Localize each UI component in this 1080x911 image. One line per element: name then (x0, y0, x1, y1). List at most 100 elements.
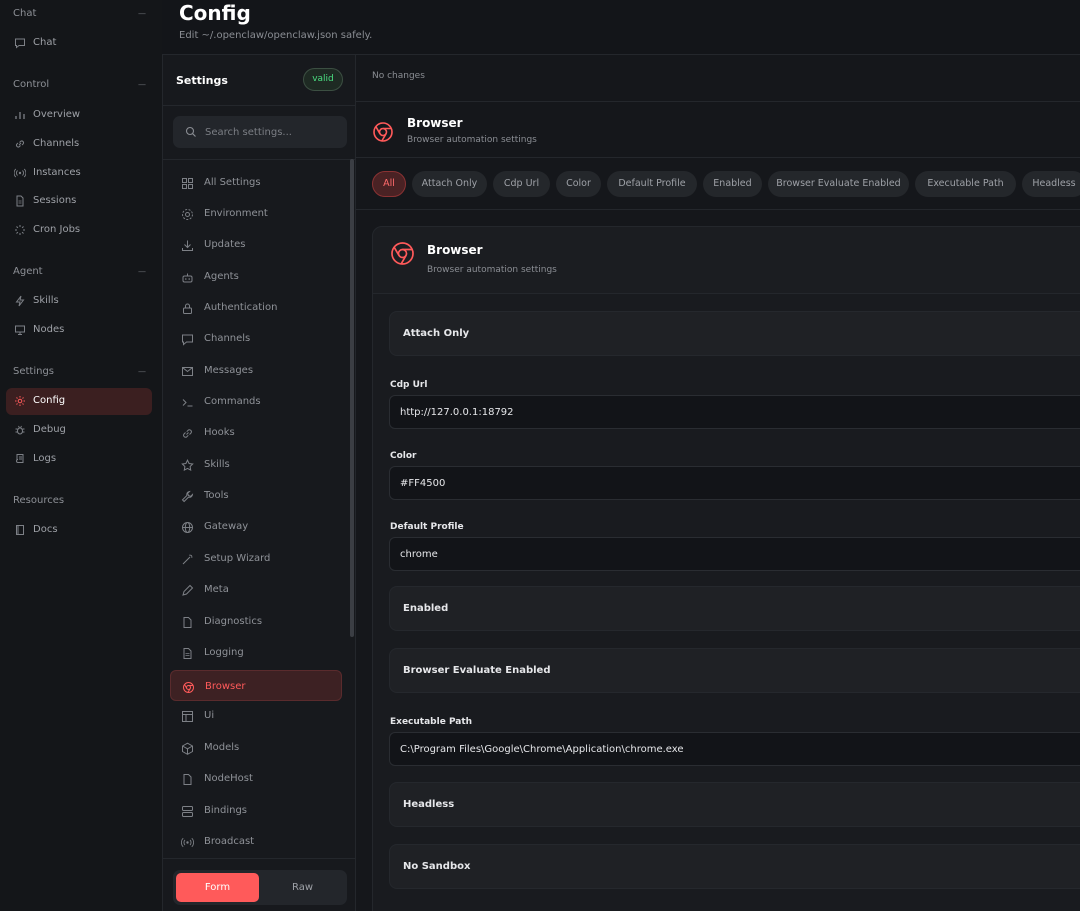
filter-chip-attach-only[interactable]: Attach Only (412, 171, 487, 197)
search-box[interactable] (173, 116, 347, 148)
filter-chip-executable-path[interactable]: Executable Path (915, 171, 1016, 197)
filter-chip-headless[interactable]: Headless (1022, 171, 1080, 197)
download-icon (182, 240, 193, 251)
nav-item-label: Docs (33, 524, 58, 535)
file-text-icon (183, 648, 192, 659)
chevron-down-icon[interactable]: — (138, 80, 146, 89)
document-icon (16, 195, 24, 207)
section-item-label: Bindings (204, 805, 247, 816)
filter-chip-enabled[interactable]: Enabled (703, 171, 762, 197)
section-item-diagnostics[interactable]: Diagnostics (170, 606, 342, 637)
card-title: Browser (427, 243, 483, 257)
robot-icon (182, 273, 193, 283)
section-item-browser[interactable]: Browser (170, 670, 342, 701)
section-item-agents[interactable]: Agents (170, 261, 342, 292)
terminal-icon (182, 399, 193, 407)
search-icon (185, 126, 196, 137)
headless-row[interactable]: Headless (389, 782, 1080, 827)
nav-item-skills[interactable]: Skills (6, 288, 152, 315)
section-item-commands[interactable]: Commands (170, 386, 342, 417)
section-item-nodehost[interactable]: NodeHost (170, 763, 342, 794)
filter-chip-color[interactable]: Color (556, 171, 601, 197)
filter-chip-default-profile[interactable]: Default Profile (607, 171, 697, 197)
nav-item-label: Chat (33, 37, 57, 48)
search-input[interactable] (205, 124, 340, 140)
scrollbar[interactable] (350, 159, 354, 637)
chrome-icon (391, 242, 414, 265)
section-item-gateway[interactable]: Gateway (170, 511, 342, 542)
nav-item-label: Skills (33, 295, 59, 306)
nav-item-channels[interactable]: Channels (6, 131, 152, 158)
nav-item-sessions[interactable]: Sessions (6, 188, 152, 215)
page-subtitle: Edit ~/.openclaw/openclaw.json safely. (179, 30, 373, 41)
nav-item-docs[interactable]: Docs (6, 517, 152, 544)
section-item-models[interactable]: Models (170, 732, 342, 763)
section-item-environment[interactable]: Environment (170, 198, 342, 229)
no-sandbox-label: No Sandbox (403, 861, 471, 872)
filter-chip-all[interactable]: All (372, 171, 406, 197)
section-item-updates[interactable]: Updates (170, 229, 342, 260)
color-input[interactable] (389, 466, 1080, 500)
divider (163, 858, 356, 859)
nav-item-label: Overview (33, 109, 81, 120)
nav-group-header-control[interactable]: Control (13, 79, 49, 90)
section-item-broadcast[interactable]: Broadcast (170, 826, 342, 857)
nav-item-instances[interactable]: Instances (6, 160, 152, 187)
filter-chip-browser-evaluate-enabled[interactable]: Browser Evaluate Enabled (768, 171, 909, 197)
section-item-ui[interactable]: Ui (170, 700, 342, 731)
no-sandbox-row[interactable]: No Sandbox (389, 844, 1080, 889)
cdp-url-input[interactable] (389, 395, 1080, 429)
executable-path-label: Executable Path (390, 717, 473, 727)
default-profile-input[interactable] (389, 537, 1080, 571)
divider (356, 101, 1080, 102)
nav-item-chat[interactable]: Chat (6, 30, 152, 57)
attach-only-row[interactable]: Attach Only (389, 311, 1080, 356)
browser-evaluate-enabled-row[interactable]: Browser Evaluate Enabled (389, 648, 1080, 693)
divider (356, 157, 1080, 158)
section-item-all-settings[interactable]: All Settings (170, 167, 342, 198)
nav-item-debug[interactable]: Debug (6, 417, 152, 444)
chevron-down-icon[interactable]: — (138, 9, 146, 18)
monitor-icon (15, 325, 25, 335)
section-item-skills[interactable]: Skills (170, 449, 342, 480)
nav-item-nodes[interactable]: Nodes (6, 317, 152, 344)
nav-item-overview[interactable]: Overview (6, 102, 152, 129)
section-item-channels[interactable]: Channels (170, 323, 342, 354)
section-item-hooks[interactable]: Hooks (170, 417, 342, 448)
filter-chip-cdp-url[interactable]: Cdp Url (493, 171, 550, 197)
executable-path-input[interactable] (389, 732, 1080, 766)
nav-item-config[interactable]: Config (6, 388, 152, 415)
settings-panel: Settings valid All Settings Environment … (162, 54, 356, 911)
section-title: Browser (407, 116, 463, 130)
raw-mode-button[interactable]: Raw (261, 873, 344, 902)
section-item-logging[interactable]: Logging (170, 637, 342, 668)
nav-item-label: Cron Jobs (33, 224, 81, 235)
browser-evaluate-enabled-label: Browser Evaluate Enabled (403, 665, 551, 676)
section-item-authentication[interactable]: Authentication (170, 292, 342, 323)
section-item-tools[interactable]: Tools (170, 480, 342, 511)
section-item-bindings[interactable]: Bindings (170, 795, 342, 826)
card-subtitle: Browser automation settings (427, 265, 557, 275)
form-mode-button[interactable]: Form (176, 873, 259, 902)
section-item-label: Logging (204, 647, 244, 658)
nav-group-header-agent[interactable]: Agent (13, 266, 43, 277)
chevron-down-icon[interactable]: — (138, 267, 146, 276)
section-item-label: Channels (204, 333, 251, 344)
nav-group-header-chat[interactable]: Chat (13, 8, 36, 19)
color-label: Color (390, 451, 417, 461)
nav-item-label: Channels (33, 138, 80, 149)
enabled-row[interactable]: Enabled (389, 586, 1080, 631)
nav-item-cron-jobs[interactable]: Cron Jobs (6, 217, 152, 244)
section-item-messages[interactable]: Messages (170, 355, 342, 386)
section-item-label: NodeHost (204, 773, 253, 784)
chrome-icon (183, 682, 194, 693)
section-item-meta[interactable]: Meta (170, 574, 342, 605)
lightning-icon (15, 295, 25, 307)
section-item-setup-wizard[interactable]: Setup Wizard (170, 543, 342, 574)
divider (163, 105, 356, 106)
chevron-down-icon[interactable]: — (138, 367, 146, 376)
divider (356, 209, 1080, 210)
nav-item-logs[interactable]: Logs (6, 446, 152, 473)
book-icon (16, 525, 24, 535)
nav-group-header-settings[interactable]: Settings (13, 366, 54, 377)
